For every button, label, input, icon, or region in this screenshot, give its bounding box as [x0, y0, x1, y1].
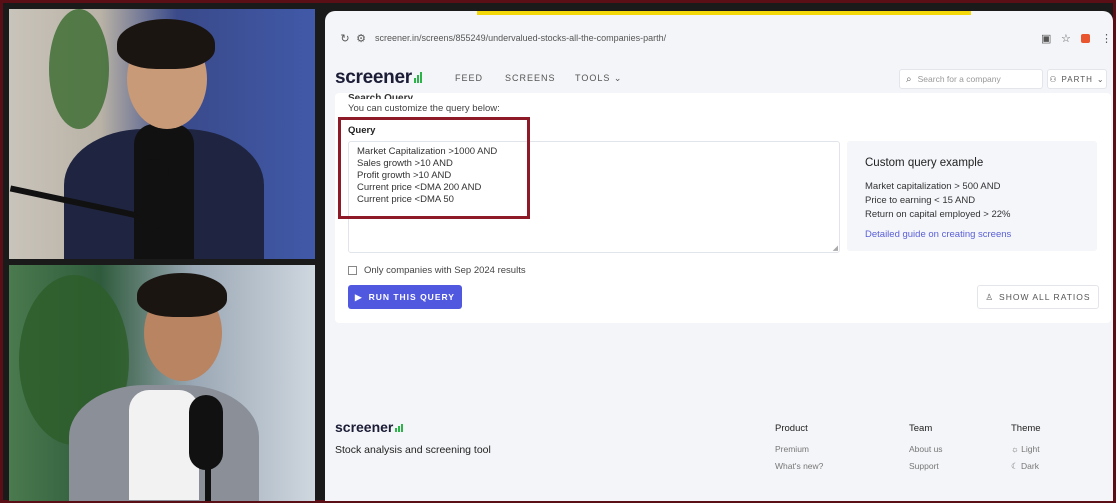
- footer-heading-team: Team: [909, 423, 933, 434]
- footer-heading-product: Product: [775, 423, 808, 434]
- search-icon: ⌕: [906, 73, 912, 85]
- site-info-icon[interactable]: ⚙: [353, 32, 369, 45]
- screener-logo[interactable]: screener: [335, 67, 422, 89]
- user-icon: ♙: [985, 291, 995, 302]
- chevron-down-icon: ⌄: [613, 72, 623, 83]
- show-all-ratios-button[interactable]: ♙ SHOW ALL RATIOS: [977, 285, 1099, 309]
- browser-window: ↻ ⚙ screener.in/screens/855249/undervalu…: [325, 11, 1113, 501]
- play-icon: ▶: [355, 291, 363, 302]
- address-bar: ↻ ⚙ screener.in/screens/855249/undervalu…: [325, 25, 1113, 51]
- section-title: Search Query: [348, 93, 414, 99]
- example-title: Custom query example: [865, 157, 984, 169]
- bookmark-star-icon[interactable]: ☆: [1061, 25, 1071, 51]
- extension-icon[interactable]: [1081, 25, 1090, 51]
- footer-link-whats-new[interactable]: What's new?: [775, 461, 823, 471]
- cast-icon[interactable]: ▣: [1041, 25, 1051, 51]
- footer-link-premium[interactable]: Premium: [775, 444, 809, 454]
- customize-text: You can customize the query below:: [348, 103, 500, 114]
- moon-icon: ☾: [1011, 461, 1019, 471]
- user-menu[interactable]: ⚇ PARTH ⌄: [1047, 69, 1107, 89]
- search-input[interactable]: ⌕ Search for a company: [899, 69, 1043, 89]
- query-card: Search Query You can customize the query…: [335, 93, 1111, 323]
- chevron-down-icon: ⌄: [1096, 74, 1105, 84]
- logo-bars-icon: [394, 424, 404, 432]
- video-feed-guest: [9, 265, 315, 501]
- microphone-icon: [189, 395, 223, 470]
- checkbox-label: Only companies with Sep 2024 results: [364, 265, 526, 276]
- url-text[interactable]: screener.in/screens/855249/undervalued-s…: [375, 33, 666, 43]
- footer-tagline: Stock analysis and screening tool: [335, 444, 491, 456]
- nav-link-tools[interactable]: TOOLS ⌄: [575, 73, 622, 84]
- example-line: Market capitalization > 500 AND: [865, 181, 1001, 192]
- footer: screener Stock analysis and screening to…: [325, 401, 1113, 501]
- microphone-icon: [137, 159, 169, 229]
- menu-icon[interactable]: ⋮: [1101, 25, 1112, 51]
- user-icon: ⚇: [1049, 74, 1058, 84]
- footer-link-support[interactable]: Support: [909, 461, 939, 471]
- footer-link-about-us[interactable]: About us: [909, 444, 943, 454]
- example-line: Return on capital employed > 22%: [865, 209, 1011, 220]
- example-line: Price to earning < 15 AND: [865, 195, 976, 206]
- results-filter: Only companies with Sep 2024 results: [348, 265, 526, 276]
- nav-link-screens[interactable]: SCREENS: [505, 73, 556, 83]
- top-strip: [477, 11, 971, 15]
- footer-heading-theme: Theme: [1011, 423, 1041, 434]
- theme-dark-option[interactable]: ☾ Dark: [1011, 461, 1039, 472]
- run-query-button[interactable]: ▶ RUN THIS QUERY: [348, 285, 462, 309]
- theme-light-option[interactable]: ☼ Light: [1011, 444, 1040, 454]
- video-feed-host: [9, 9, 315, 259]
- custom-query-example: Custom query example Market capitalizati…: [847, 141, 1097, 251]
- site-nav: screener FEED SCREENS TOOLS ⌄ ⌕ Search f…: [325, 63, 1113, 93]
- guide-link[interactable]: Detailed guide on creating screens: [865, 229, 1011, 240]
- video-frame: ↻ ⚙ screener.in/screens/855249/undervalu…: [3, 3, 1113, 501]
- footer-logo[interactable]: screener: [335, 419, 404, 435]
- nav-link-feed[interactable]: FEED: [455, 73, 483, 83]
- logo-bars-icon: [413, 67, 422, 89]
- sun-icon: ☼: [1011, 444, 1019, 454]
- reload-icon[interactable]: ↻: [337, 32, 353, 45]
- resize-handle-icon[interactable]: ◢: [833, 244, 838, 252]
- highlight-box: [338, 117, 530, 219]
- results-checkbox[interactable]: [348, 266, 357, 275]
